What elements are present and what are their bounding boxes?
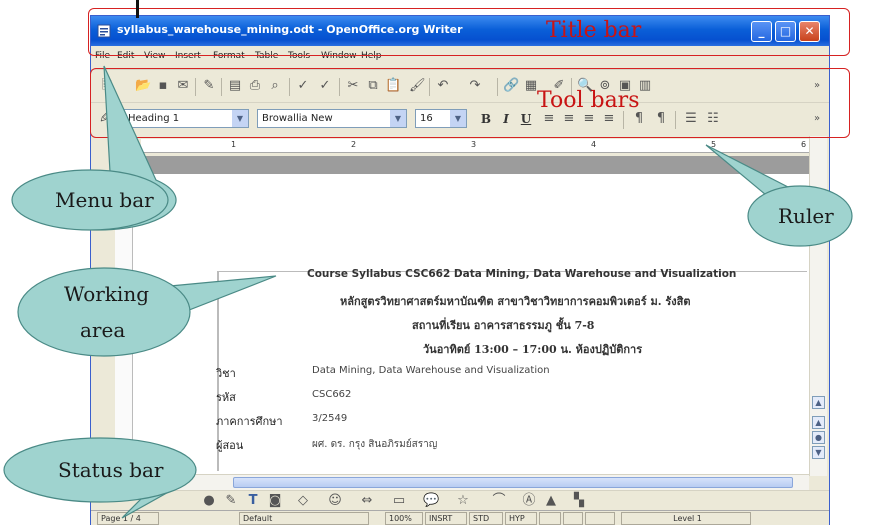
callout-bubbles xyxy=(3,65,853,519)
status-bar-annotation: Status bar xyxy=(58,458,164,482)
working-area-annotation-line1: Working xyxy=(64,282,149,306)
working-area-annotation-line2: area xyxy=(80,318,126,342)
menu-bar-annotation: Menu bar xyxy=(55,188,154,212)
ruler-annotation: Ruler xyxy=(778,204,834,228)
